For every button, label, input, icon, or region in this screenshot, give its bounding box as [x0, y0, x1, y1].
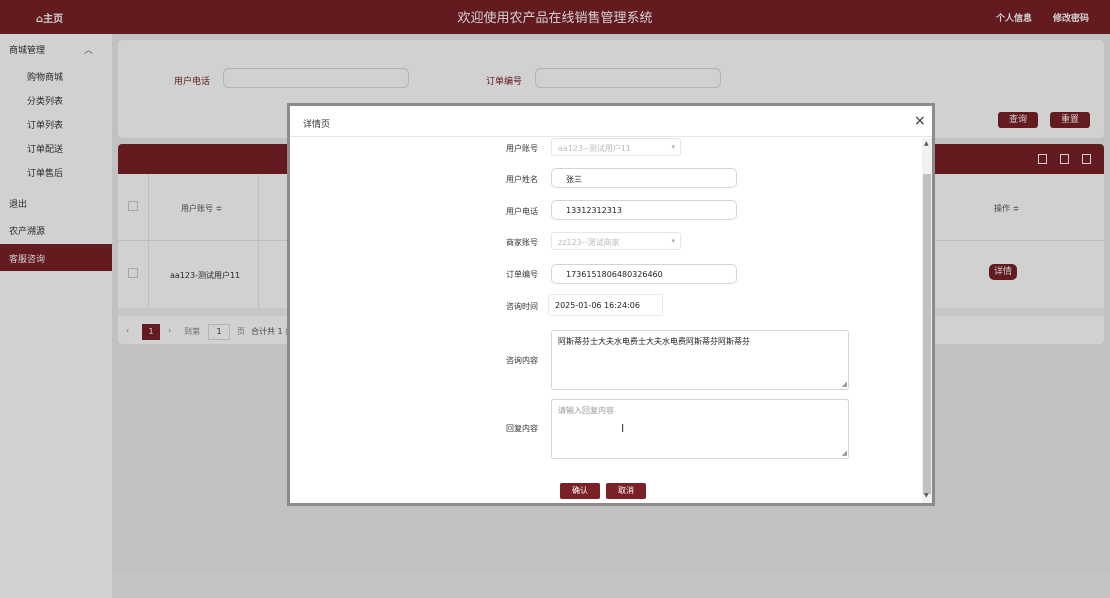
merchant-account-value: zz123--测试商家 [558, 238, 620, 247]
user-name-label: 用户姓名 [506, 175, 538, 184]
user-account-value: aa123--测试用户11 [558, 144, 632, 153]
reply-placeholder: 请输入回复内容 [558, 406, 614, 415]
consult-content-label: 咨询内容 [506, 356, 538, 365]
merchant-account-label: 商家账号 [506, 238, 538, 247]
consult-content-text: 阿斯蒂芬士大夫水电费士大夫水电费阿斯蒂芬阿斯蒂芬 [558, 337, 750, 346]
resize-handle-icon[interactable]: ◢ [842, 449, 847, 457]
user-account-select: aa123--测试用户11 ▾ [551, 138, 681, 156]
reply-content-label: 回复内容 [506, 424, 538, 433]
reply-content-textarea[interactable]: 请输入回复内容 ◢ [551, 399, 849, 459]
consult-time-label: 咨询时间 [506, 302, 538, 311]
user-account-label: 用户账号 [506, 144, 538, 153]
order-number-input[interactable]: 1736151806480326460 [551, 264, 737, 284]
merchant-account-select: zz123--测试商家 ▾ [551, 232, 681, 250]
detail-dialog: 详情页 × 用户账号 aa123--测试用户11 ▾ 用户姓名 张三 用户电话 1… [287, 103, 935, 506]
dialog-body: 用户账号 aa123--测试用户11 ▾ 用户姓名 张三 用户电话 1331231… [290, 138, 932, 503]
user-phone-label: 用户电话 [506, 207, 538, 216]
consult-content-textarea[interactable]: 阿斯蒂芬士大夫水电费士大夫水电费阿斯蒂芬阿斯蒂芬 ◢ [551, 330, 849, 390]
chevron-down-icon: ▾ [671, 237, 675, 245]
resize-handle-icon[interactable]: ◢ [842, 380, 847, 388]
scroll-down-icon[interactable]: ▼ [924, 492, 929, 499]
scroll-thumb[interactable] [923, 174, 931, 494]
dialog-header: 详情页 × [290, 106, 932, 137]
cancel-button[interactable]: 取消 [606, 483, 646, 499]
scroll-up-icon[interactable]: ▲ [924, 140, 929, 147]
dialog-scrollbar[interactable]: ▲ ▼ [922, 138, 932, 503]
user-name-input[interactable]: 张三 [551, 168, 737, 188]
close-icon[interactable]: × [914, 113, 926, 129]
order-number-label: 订单编号 [506, 270, 538, 279]
dialog-title: 详情页 [303, 120, 331, 130]
user-phone-input[interactable]: 13312312313 [551, 200, 737, 220]
confirm-button[interactable]: 确认 [560, 483, 600, 499]
consult-time-value: 2025-01-06 16:24:06 [548, 294, 663, 316]
text-cursor-icon: I [621, 422, 625, 435]
chevron-down-icon: ▾ [671, 143, 675, 151]
